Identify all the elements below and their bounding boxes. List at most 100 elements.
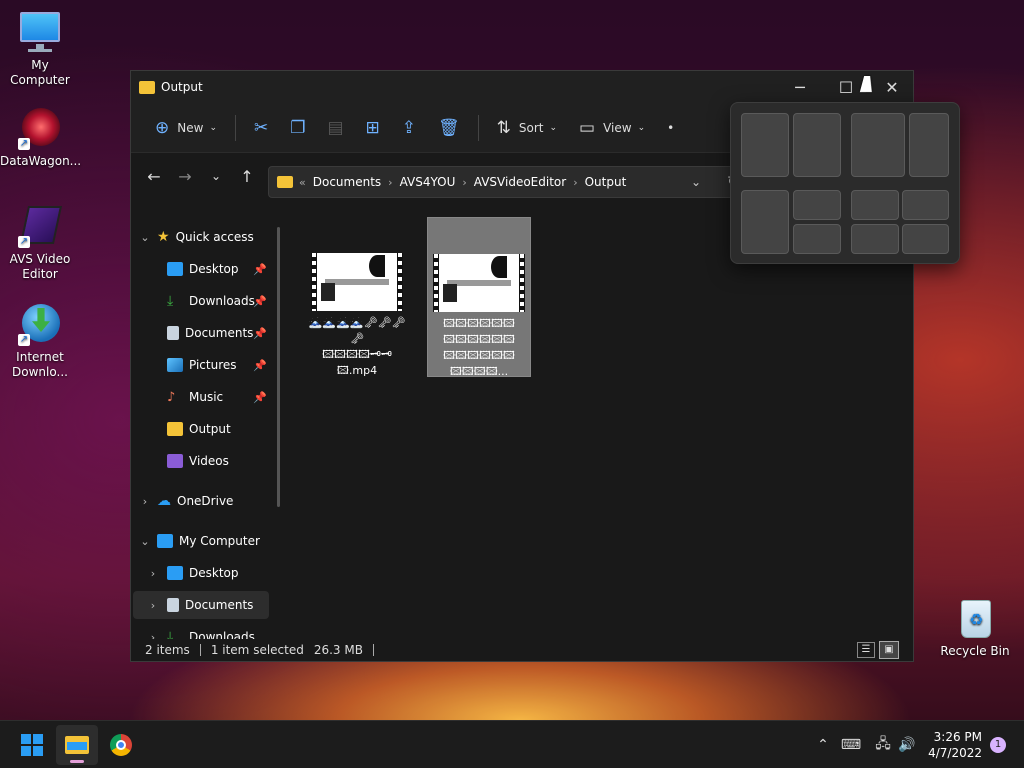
folder-icon: [277, 176, 293, 188]
sidebar-item-output[interactable]: Output: [167, 415, 267, 443]
copy-button[interactable]: ❐: [284, 112, 311, 144]
chevron-down-icon[interactable]: ⌄: [137, 535, 153, 548]
rename-button[interactable]: ⊞: [360, 112, 386, 144]
desktop-icon-internet-download[interactable]: ↗ Internet Downlo...: [0, 302, 80, 380]
snap-zone[interactable]: [741, 190, 789, 254]
sort-arrows-icon: ⇅: [496, 117, 511, 138]
breadcrumb-overflow[interactable]: «: [299, 176, 306, 189]
breadcrumb-documents[interactable]: Documents: [313, 175, 381, 189]
snap-zone[interactable]: [851, 224, 899, 254]
snap-zone[interactable]: [793, 113, 841, 177]
snap-zone[interactable]: [909, 113, 949, 177]
minimize-button[interactable]: ─: [777, 71, 823, 103]
sidebar-item-my-computer[interactable]: ⌄ My Computer: [137, 527, 277, 555]
cut-button[interactable]: ✂: [248, 112, 274, 144]
breadcrumb-avsvideoeditor[interactable]: AVSVideoEditor: [474, 175, 566, 189]
sidebar-item-label: OneDrive: [177, 494, 234, 508]
navigation-pane-scrollbar[interactable]: [277, 227, 280, 507]
pin-icon: 📌: [253, 358, 267, 372]
rename-icon: ⊞: [365, 117, 380, 138]
snap-zone[interactable]: [851, 190, 899, 220]
clock[interactable]: 3:26 PM 4/7/2022: [928, 729, 982, 761]
desktop-folder-icon: [167, 262, 183, 276]
keyboard-icon[interactable]: ⌨: [840, 721, 862, 768]
sidebar-item-my-computer-downloads[interactable]: › ⤓ Downloads: [145, 623, 265, 639]
snap-zone[interactable]: [902, 224, 949, 254]
chevron-right-icon[interactable]: ›: [137, 495, 153, 508]
details-view-icon[interactable]: ☰: [857, 642, 875, 658]
sidebar-item-music[interactable]: ♪ Music 📌: [167, 383, 267, 411]
chevron-right-icon[interactable]: ›: [145, 599, 161, 612]
taskbar-chrome[interactable]: [100, 721, 142, 768]
scissors-icon: ✂: [253, 117, 269, 138]
breadcrumb-avs4you[interactable]: AVS4YOU: [400, 175, 456, 189]
status-divider: [372, 644, 374, 656]
notification-badge[interactable]: 1: [990, 737, 1006, 753]
status-bar: 2 items 1 item selected 26.3 MB ☰ ▣: [131, 639, 913, 661]
share-button[interactable]: ⇪: [396, 112, 422, 144]
file-item-selected[interactable]: 🖾🖾🖾🖾🖾🖾 🖾🖾🖾🖾🖾🖾 🖾🖾🖾🖾🖾🖾 🖾🖾🖾🖾...: [427, 217, 531, 378]
breadcrumb-output[interactable]: Output: [585, 175, 627, 189]
desktop-icon-datawagon[interactable]: ↗ DataWagon...: [0, 106, 81, 169]
file-name-line: 🖾.mp4: [336, 364, 378, 377]
snap-zone[interactable]: [851, 113, 905, 177]
document-icon: [167, 598, 179, 612]
sidebar-item-my-computer-documents[interactable]: › Documents: [133, 591, 269, 619]
new-button[interactable]: ⊕ New ⌄: [149, 112, 223, 144]
shortcut-arrow-icon: ↗: [18, 138, 30, 150]
sidebar-item-label: Downloads: [189, 630, 255, 639]
start-button[interactable]: [12, 721, 52, 768]
file-name-line: 🖾🖾🖾🖾🖾🖾: [443, 317, 515, 330]
more-options-button[interactable]: •: [661, 112, 680, 144]
sidebar-item-pictures[interactable]: Pictures 📌: [167, 351, 267, 379]
desktop-folder-icon: [167, 566, 183, 580]
paste-button[interactable]: ▤: [321, 112, 349, 144]
file-name-line: 🗻🗻🗻🗻🗝🗝🗝🗝: [308, 316, 406, 345]
desktop-icon-recycle-bin[interactable]: ♻ Recycle Bin: [935, 596, 1015, 659]
snap-zone[interactable]: [793, 190, 841, 220]
back-arrow-icon[interactable]: ←: [139, 161, 169, 191]
title-bar[interactable]: Output ─ ☐ ✕: [131, 71, 913, 103]
sidebar-item-downloads[interactable]: ⤓ Downloads 📌: [167, 287, 267, 315]
desktop-icon-avs-video-editor[interactable]: ↗ AVS Video Editor: [0, 204, 80, 282]
chevron-right-icon[interactable]: ›: [145, 631, 161, 640]
sidebar-item-videos[interactable]: Videos: [167, 447, 267, 475]
video-thumbnail: [433, 254, 525, 312]
snap-zone[interactable]: [741, 113, 789, 177]
sidebar-item-quick-access[interactable]: ⌄ ★ Quick access: [137, 223, 277, 251]
snap-layouts-flyout: [730, 102, 960, 264]
sidebar-item-label: Quick access: [175, 230, 254, 244]
pin-icon: 📌: [253, 262, 267, 276]
volume-icon[interactable]: 🔊: [896, 721, 918, 768]
up-arrow-icon[interactable]: ↑: [232, 161, 262, 191]
show-hidden-icons-chevron-icon[interactable]: ⌃: [812, 721, 834, 768]
recent-locations-chevron-icon[interactable]: ⌄: [201, 161, 231, 191]
chevron-down-icon[interactable]: ⌄: [137, 231, 153, 244]
chevron-right-icon[interactable]: ›: [145, 567, 161, 580]
address-bar[interactable]: « Documents › AVS4YOU › AVSVideoEditor ›…: [268, 166, 739, 198]
taskbar-file-explorer[interactable]: [56, 725, 98, 765]
clock-date: 4/7/2022: [928, 746, 982, 760]
file-name-line: 🖾🖾🖾🖾🖾🖾: [443, 333, 515, 346]
delete-button[interactable]: 🗑: [432, 112, 466, 144]
sort-button[interactable]: ⇅ Sort ⌄: [491, 112, 563, 144]
sidebar-item-documents[interactable]: Documents 📌: [167, 319, 267, 347]
sidebar-item-desktop[interactable]: Desktop 📌: [167, 255, 267, 283]
snap-zone[interactable]: [793, 224, 841, 254]
sidebar-item-my-computer-desktop[interactable]: › Desktop: [145, 559, 265, 587]
desktop-icon-my-computer[interactable]: My Computer: [0, 10, 80, 88]
large-icons-view-icon[interactable]: ▣: [879, 641, 899, 659]
file-list[interactable]: 🗻🗻🗻🗻🗝🗝🗝🗝 🖾🖾🖾🖾🗝🗝 🖾.mp4 🖾🖾🖾🖾🖾🖾 🖾🖾🖾🖾🖾🖾 🖾🖾🖾🖾…: [291, 217, 913, 639]
network-icon[interactable]: 🖧: [872, 721, 894, 768]
sidebar-item-onedrive[interactable]: › ☁ OneDrive: [137, 487, 277, 515]
address-dropdown-chevron-icon[interactable]: ⌄: [691, 175, 701, 189]
view-button[interactable]: ▭ View ⌄: [573, 112, 651, 144]
file-item[interactable]: 🗻🗻🗻🗻🗝🗝🗝🗝 🖾🖾🖾🖾🗝🗝 🖾.mp4: [305, 253, 409, 379]
video-thumbnail: [311, 253, 403, 311]
chevron-down-icon: ⌄: [549, 122, 558, 133]
folder-icon: [65, 736, 89, 754]
snap-zone[interactable]: [902, 190, 949, 220]
datawagon-icon: ↗: [18, 106, 62, 150]
plus-circle-icon: ⊕: [155, 117, 170, 138]
forward-arrow-icon[interactable]: →: [170, 161, 200, 191]
